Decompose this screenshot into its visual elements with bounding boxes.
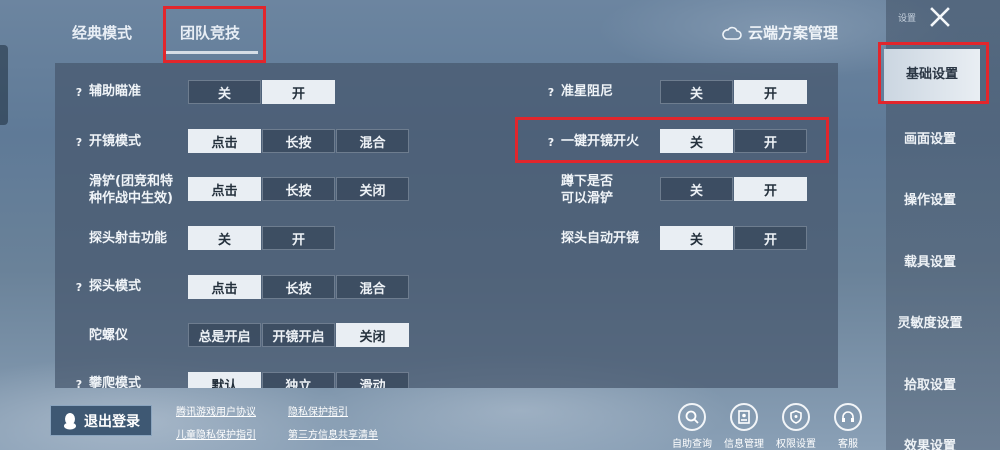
climb-mode-selector: 默认 独立 滑动 (188, 372, 410, 388)
self-service-query-button[interactable]: 自助查询 (667, 403, 717, 450)
gyro-scope-on-option[interactable]: 开镜开启 (262, 323, 335, 347)
cloud-plan-manager-label: 云端方案管理 (748, 24, 839, 42)
help-icon[interactable]: ? (72, 378, 86, 388)
gyro-off-option[interactable]: 关闭 (336, 323, 409, 347)
settings-panel: ? 辅助瞄准 关 开 ? 开镜模式 点击 长按 混合 滑铲(团竞和特 种作战中生… (55, 63, 838, 388)
cloud-icon (722, 26, 742, 40)
gyro-always-on-option[interactable]: 总是开启 (188, 323, 261, 347)
crouch-slide-on-option[interactable]: 开 (734, 177, 807, 201)
scope-mode-hold-option[interactable]: 长按 (262, 129, 335, 153)
highlight-box-basic-settings (878, 42, 989, 104)
logout-button[interactable]: 退出登录 (50, 405, 152, 436)
crouch-slide-off-option[interactable]: 关 (660, 177, 733, 201)
shield-icon (790, 410, 802, 424)
cloud-plan-manager-button[interactable]: 云端方案管理 (722, 22, 838, 43)
climb-mode-label: 攀爬模式 (89, 376, 142, 388)
settings-title: 设置 (898, 14, 917, 24)
user-agreement-link[interactable]: 腾讯游戏用户协议 (176, 403, 256, 418)
crouch-slide-label-line1: 蹲下是否 (561, 174, 614, 189)
aim-assist-label: 辅助瞄准 (89, 84, 142, 99)
peek-mode-tap-option[interactable]: 点击 (188, 275, 261, 299)
crosshair-damping-label: 准星阻尼 (561, 84, 614, 99)
qq-penguin-icon (64, 412, 76, 429)
sidebar-item-pickup-settings[interactable]: 拾取设置 (886, 374, 974, 393)
sidebar-item-sensitivity-settings[interactable]: 灵敏度设置 (882, 312, 978, 331)
highlight-box-one-tap-scope-fire (515, 117, 829, 163)
slide-off-option[interactable]: 关闭 (336, 177, 409, 201)
info-management-label: 信息管理 (724, 439, 764, 450)
help-icon[interactable]: ? (72, 281, 86, 294)
peek-mode-hold-option[interactable]: 长按 (262, 275, 335, 299)
peek-shoot-label: 探头射击功能 (89, 231, 168, 246)
help-icon[interactable]: ? (544, 86, 558, 99)
crouch-slide-label-line2: 可以滑铲 (561, 191, 614, 206)
gyroscope-label: 陀螺仪 (89, 328, 129, 343)
peek-mode-selector: 点击 长按 混合 (188, 275, 410, 299)
close-icon[interactable] (928, 5, 952, 29)
left-drawer-handle[interactable] (0, 45, 8, 125)
slide-hold-option[interactable]: 长按 (262, 177, 335, 201)
climb-independent-option[interactable]: 独立 (262, 372, 335, 388)
third-party-sharing-link[interactable]: 第三方信息共享清单 (288, 426, 378, 441)
sidebar-item-vehicle-settings[interactable]: 载具设置 (886, 251, 974, 270)
sidebar-item-controls-settings[interactable]: 操作设置 (886, 189, 974, 208)
peek-auto-scope-on-option[interactable]: 开 (734, 226, 807, 250)
sidebar-item-graphics-settings[interactable]: 画面设置 (886, 128, 974, 147)
scope-mode-tap-option[interactable]: 点击 (188, 129, 261, 153)
aim-assist-on-option[interactable]: 开 (262, 80, 335, 104)
scope-mode-mixed-option[interactable]: 混合 (336, 129, 409, 153)
climb-swipe-option[interactable]: 滑动 (336, 372, 409, 388)
help-icon[interactable]: ? (72, 86, 86, 99)
aim-assist-off-option[interactable]: 关 (188, 80, 261, 104)
slide-label-line2: 种作战中生效) (89, 191, 173, 206)
aim-assist-toggle: 关 开 (188, 80, 336, 104)
crouch-slide-toggle: 关 开 (660, 177, 808, 201)
climb-default-option[interactable]: 默认 (188, 372, 261, 388)
peek-mode-mixed-option[interactable]: 混合 (336, 275, 409, 299)
peek-shoot-off-option[interactable]: 关 (188, 226, 261, 250)
highlight-box-team-tab (163, 6, 266, 63)
id-card-icon (738, 410, 750, 424)
slide-mode-selector: 点击 长按 关闭 (188, 177, 410, 201)
child-privacy-link[interactable]: 儿童隐私保护指引 (176, 426, 256, 441)
peek-shoot-on-option[interactable]: 开 (262, 226, 335, 250)
info-management-button[interactable]: 信息管理 (719, 403, 769, 450)
permission-settings-label: 权限设置 (776, 439, 816, 450)
logout-label: 退出登录 (84, 413, 140, 430)
self-service-query-label: 自助查询 (672, 439, 712, 450)
headset-icon (842, 411, 854, 422)
crosshair-damping-on-option[interactable]: 开 (734, 80, 807, 104)
search-icon (685, 410, 699, 424)
customer-service-button[interactable]: 客服 (823, 403, 873, 450)
slide-label-line1: 滑铲(团竞和特 (89, 174, 173, 189)
crosshair-damping-off-option[interactable]: 关 (660, 80, 733, 104)
gyroscope-selector: 总是开启 开镜开启 关闭 (188, 323, 410, 347)
permission-settings-button[interactable]: 权限设置 (771, 403, 821, 450)
customer-service-label: 客服 (838, 439, 858, 450)
peek-mode-label: 探头模式 (89, 279, 142, 294)
peek-auto-scope-toggle: 关 开 (660, 226, 808, 250)
tab-classic-mode[interactable]: 经典模式 (72, 22, 132, 43)
peek-shoot-toggle: 关 开 (188, 226, 336, 250)
sidebar-item-effects-settings[interactable]: 效果设置 (886, 435, 974, 450)
scope-mode-selector: 点击 长按 混合 (188, 129, 410, 153)
privacy-guide-link[interactable]: 隐私保护指引 (288, 403, 348, 418)
peek-auto-scope-label: 探头自动开镜 (561, 231, 640, 246)
peek-auto-scope-off-option[interactable]: 关 (660, 226, 733, 250)
help-icon[interactable]: ? (72, 136, 86, 149)
crosshair-damping-toggle: 关 开 (660, 80, 808, 104)
scope-mode-label: 开镜模式 (89, 134, 142, 149)
slide-tap-option[interactable]: 点击 (188, 177, 261, 201)
